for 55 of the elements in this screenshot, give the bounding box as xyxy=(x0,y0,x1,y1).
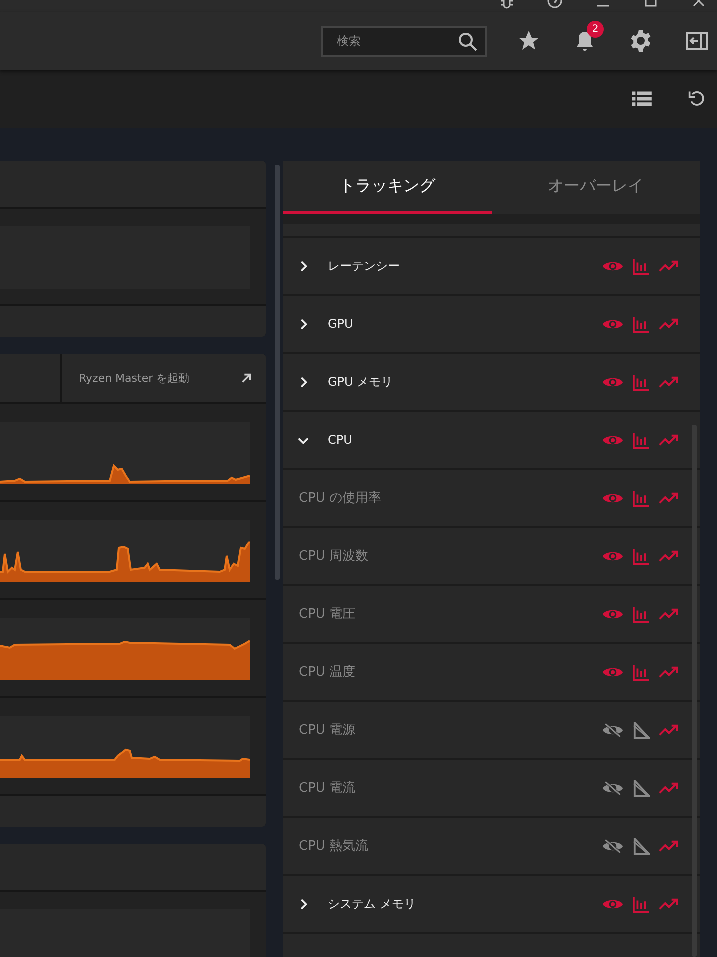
trend-icon[interactable] xyxy=(659,722,681,738)
trend-icon[interactable] xyxy=(659,374,681,390)
metric-label: CPU 電源 xyxy=(299,722,356,739)
settings-icon[interactable] xyxy=(629,29,653,53)
group-label: GPU メモリ xyxy=(328,374,394,390)
chart-off-icon[interactable] xyxy=(633,722,650,738)
scrollbar[interactable] xyxy=(692,425,697,957)
trend-icon[interactable] xyxy=(659,896,681,912)
bar-chart-icon[interactable] xyxy=(633,432,650,448)
tab[interactable]: トラッキング xyxy=(283,161,492,214)
chevron-icon[interactable] xyxy=(298,260,309,272)
search-icon xyxy=(458,32,478,52)
bar-chart-icon[interactable] xyxy=(633,374,650,390)
chart-off-icon[interactable] xyxy=(633,838,650,854)
chevron-icon[interactable] xyxy=(298,318,309,330)
bar-chart-icon[interactable] xyxy=(633,490,650,506)
trend-icon[interactable] xyxy=(659,838,681,854)
trend-icon[interactable] xyxy=(659,780,681,796)
external-arrow-icon xyxy=(241,372,252,384)
metric-label: CPU の使用率 xyxy=(299,490,382,507)
chevron-icon[interactable] xyxy=(298,898,309,910)
metric-label: CPU 電圧 xyxy=(299,606,356,623)
eye-off-icon[interactable] xyxy=(602,780,624,796)
list-icon[interactable] xyxy=(631,90,653,108)
group-label: レーテンシー xyxy=(328,258,400,274)
chevron-icon[interactable] xyxy=(298,376,309,388)
bar-chart-icon[interactable] xyxy=(633,606,650,622)
eye-off-icon[interactable] xyxy=(602,722,624,738)
notification-badge: 2 xyxy=(587,21,604,38)
search-field[interactable]: 検索 xyxy=(321,26,487,56)
panel-icon[interactable] xyxy=(685,29,709,53)
chart-off-icon[interactable] xyxy=(633,780,650,796)
trend-icon[interactable] xyxy=(659,432,681,448)
trend-icon[interactable] xyxy=(659,606,681,622)
eye-off-icon[interactable] xyxy=(602,838,624,854)
bar-chart-icon[interactable] xyxy=(633,664,650,680)
trend-icon[interactable] xyxy=(659,490,681,506)
metric-label: CPU 熱気流 xyxy=(299,838,369,855)
bar-chart-icon[interactable] xyxy=(633,316,650,332)
group-label: CPU xyxy=(328,433,352,447)
metric-label: CPU 周波数 xyxy=(299,548,369,565)
trend-icon[interactable] xyxy=(659,548,681,564)
trend-icon[interactable] xyxy=(659,664,681,680)
undo-icon[interactable] xyxy=(688,90,706,108)
metric-label: CPU 電流 xyxy=(299,780,356,797)
bar-chart-icon[interactable] xyxy=(633,896,650,912)
trend-icon[interactable] xyxy=(659,316,681,332)
star-icon[interactable] xyxy=(517,29,541,53)
scrollbar[interactable] xyxy=(275,165,280,580)
group-label: GPU xyxy=(328,317,354,331)
group-label: システム メモリ xyxy=(328,896,416,912)
metric-label: CPU 温度 xyxy=(299,664,356,681)
bar-chart-icon[interactable] xyxy=(633,548,650,564)
bar-chart-icon[interactable] xyxy=(633,258,650,274)
trend-icon[interactable] xyxy=(659,258,681,274)
